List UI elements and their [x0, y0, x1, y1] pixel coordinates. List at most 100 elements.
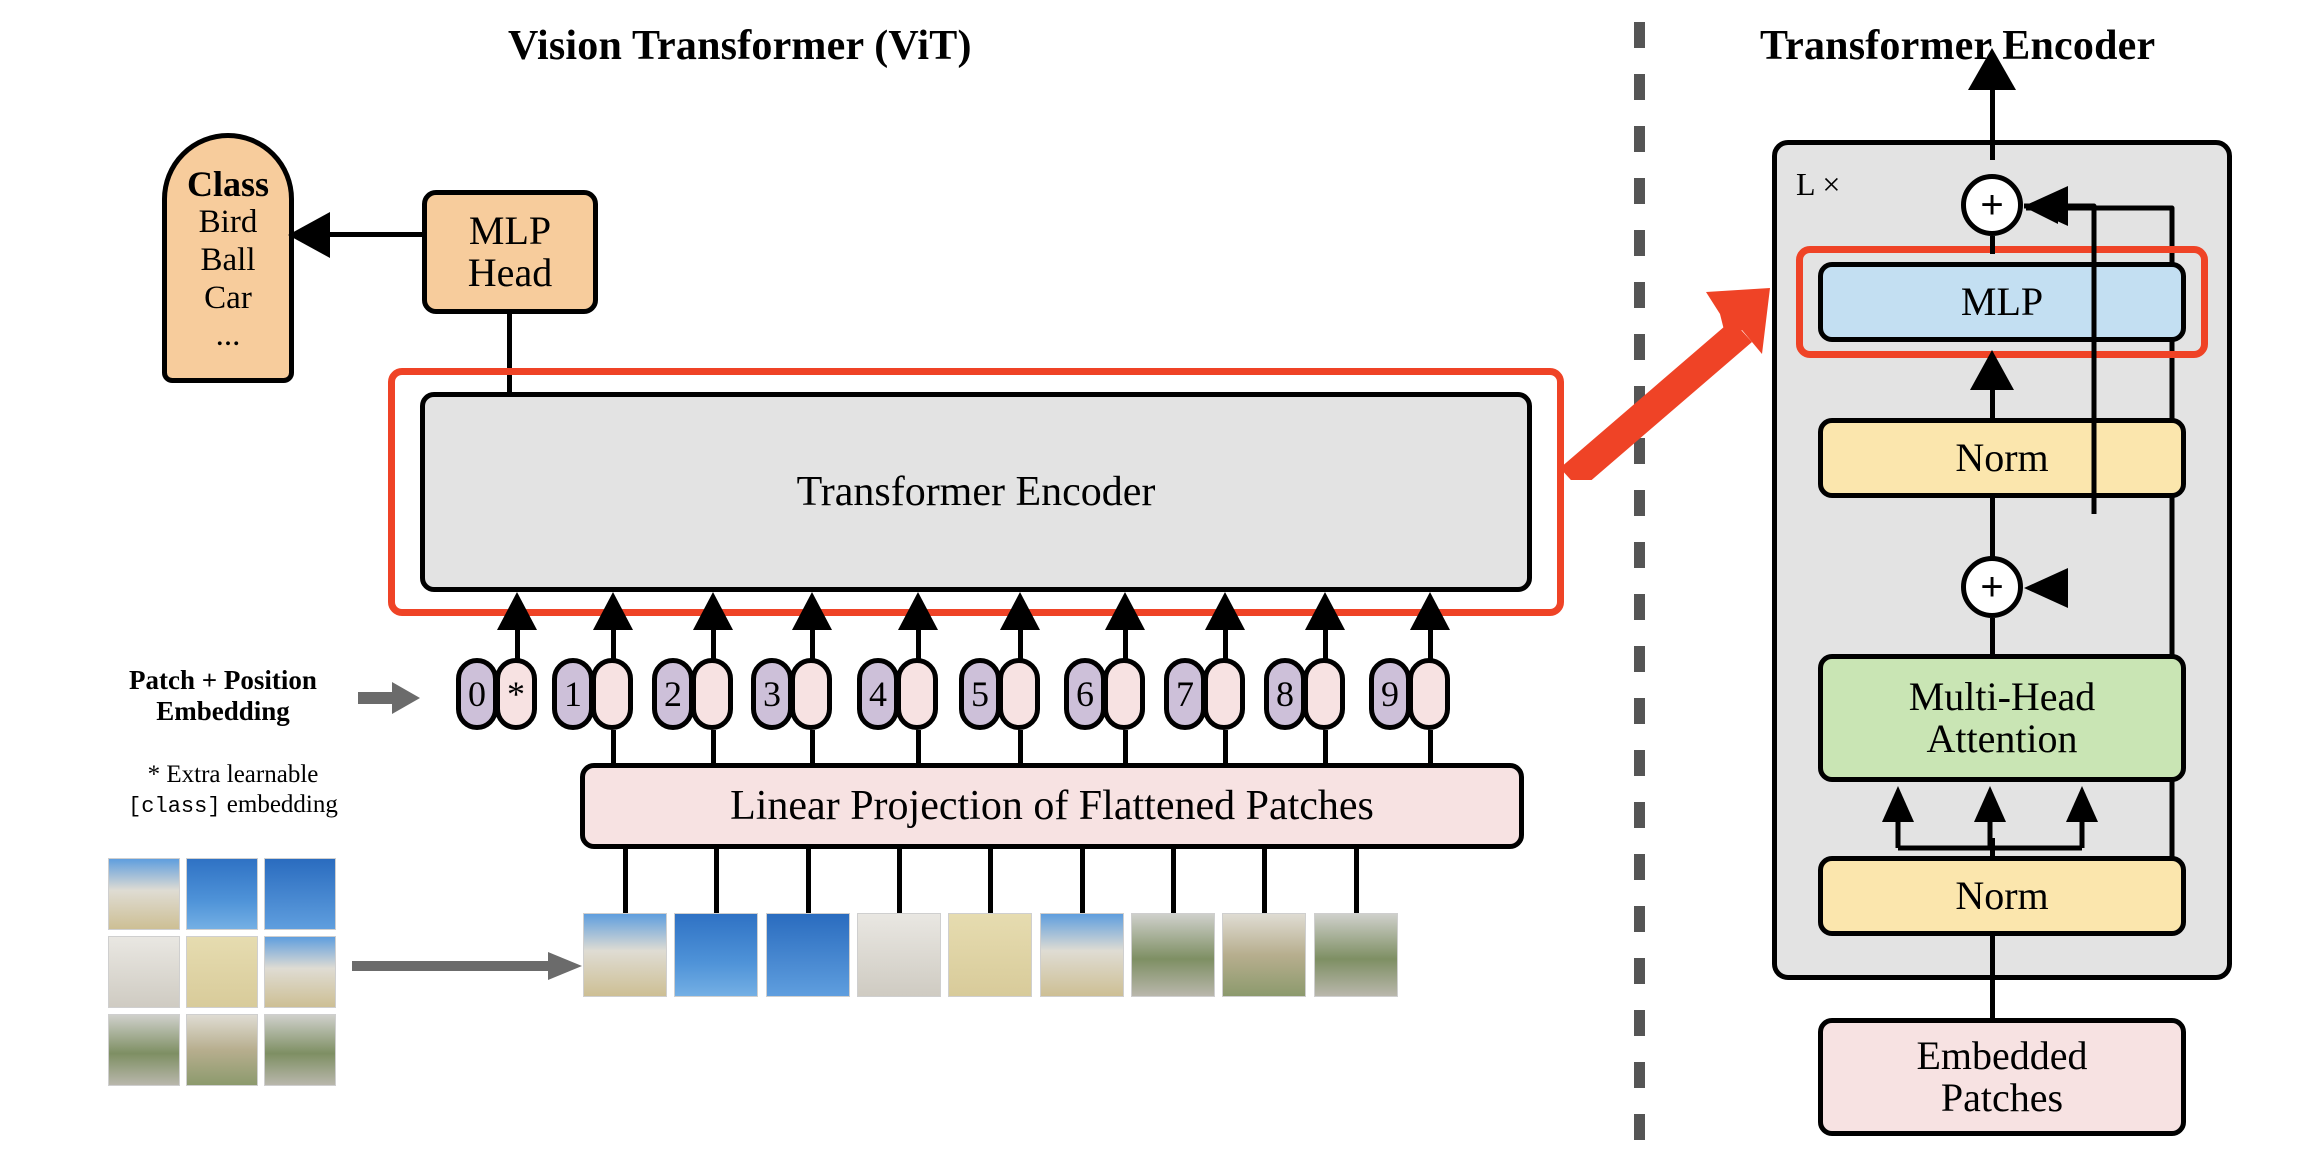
norm-bottom-to-qkv-line	[1990, 838, 1995, 860]
token-9: 9	[1369, 658, 1450, 730]
token-to-encoder-arrowhead	[1000, 592, 1040, 630]
token-patch-pill	[896, 658, 938, 730]
residual-add-mid: +	[1961, 556, 2023, 618]
multi-head-attention-box: Multi-Head Attention	[1818, 654, 2186, 782]
token-to-encoder-arrowhead	[1205, 592, 1245, 630]
residual-skip-inner	[2024, 203, 2097, 514]
token-position-pill: 0	[456, 658, 498, 730]
source-patch-tile	[264, 1014, 336, 1086]
transformer-encoder-label: Transformer Encoder	[796, 468, 1156, 515]
token-riser	[1018, 628, 1023, 660]
mlp-head-box: MLP Head	[422, 190, 598, 314]
token-to-encoder-arrowhead	[1410, 592, 1450, 630]
projection-to-patch-line	[1354, 845, 1359, 915]
token-position-pill: 7	[1164, 658, 1206, 730]
extra-learnable-note: * Extra learnable [class] embedding	[88, 760, 378, 820]
encoder-output-arrowhead	[1968, 48, 2016, 90]
source-patch-tile	[186, 936, 258, 1008]
projection-to-patch-line	[988, 845, 993, 915]
token-riser	[916, 628, 921, 660]
zoom-pointer-arrow	[1560, 288, 1770, 480]
flattened-patch-tile	[1314, 913, 1398, 997]
projection-to-patch-line	[714, 845, 719, 915]
token-riser	[711, 628, 716, 660]
source-patch-tile	[108, 936, 180, 1008]
token-position-pill: 4	[857, 658, 899, 730]
source-patch-tile	[108, 858, 180, 930]
flattened-patch-tile	[674, 913, 758, 997]
token-4: 4	[857, 658, 938, 730]
mlp-head-line1: MLP	[468, 208, 552, 253]
token-position-pill: 1	[552, 658, 594, 730]
class-output-box: Class Bird Ball Car ...	[162, 133, 294, 383]
embedding-label-line1: Patch + Position	[129, 665, 317, 695]
token-riser	[1323, 628, 1328, 660]
token-to-encoder-arrowhead	[1305, 592, 1345, 630]
token-to-projection-line	[916, 730, 921, 768]
projection-to-patch-line	[806, 845, 811, 915]
flattened-patch-tile	[1131, 913, 1215, 997]
token-position-pill: 9	[1369, 658, 1411, 730]
residual-add-top-arrowhead	[2024, 186, 2068, 226]
residual-add-mid-arrowhead	[2024, 568, 2068, 608]
linear-projection-box: Linear Projection of Flattened Patches	[580, 763, 1524, 849]
extra-learnable-line2: [class] embedding	[88, 790, 378, 820]
token-position-pill: 2	[652, 658, 694, 730]
token-to-encoder-arrowhead	[1105, 592, 1145, 630]
left-panel-title: Vision Transformer (ViT)	[508, 23, 972, 69]
flattened-patch-tile	[1040, 913, 1124, 997]
transformer-encoder-box: Transformer Encoder	[420, 392, 1532, 592]
embedded-patches-box: Embedded Patches	[1818, 1018, 2186, 1136]
token-0: 0 *	[456, 658, 537, 730]
token-to-projection-line	[711, 730, 716, 768]
token-5: 5	[959, 658, 1040, 730]
token-to-projection-line	[810, 730, 815, 768]
token-position-pill: 3	[751, 658, 793, 730]
token-7: 7	[1164, 658, 1245, 730]
token-8: 8	[1264, 658, 1345, 730]
patch-position-embedding-label: Patch + Position Embedding	[88, 665, 358, 728]
token-patch-pill: *	[495, 658, 537, 730]
token-patch-pill	[1303, 658, 1345, 730]
attention-label-line1: Multi-Head	[1908, 674, 2096, 719]
flattened-patch-tile	[766, 913, 850, 997]
repeat-count-label: L ×	[1796, 166, 1841, 202]
source-patch-tile	[186, 858, 258, 930]
norm-bottom-label: Norm	[1955, 873, 2049, 918]
add-to-attention-line	[1990, 618, 1995, 658]
class-item: Ball	[200, 241, 256, 278]
token-to-encoder-arrowhead	[497, 592, 537, 630]
embedding-label-line2: Embedding	[156, 696, 290, 727]
token-riser	[1123, 628, 1128, 660]
token-patch-pill	[998, 658, 1040, 730]
flattened-patch-tile	[948, 913, 1032, 997]
token-riser	[611, 628, 616, 660]
flattened-patch-tile	[1222, 913, 1306, 997]
image-to-patches-arrow	[352, 952, 582, 980]
class-item: Bird	[198, 204, 258, 241]
mlp-to-class-arrowhead	[288, 212, 330, 258]
token-to-encoder-arrowhead	[792, 592, 832, 630]
extra-learnable-line1: * Extra learnable	[147, 761, 319, 788]
token-patch-pill	[591, 658, 633, 730]
source-patch-tile	[186, 1014, 258, 1086]
token-patch-pill	[790, 658, 832, 730]
token-to-projection-line	[1123, 730, 1128, 768]
token-2: 2	[652, 658, 733, 730]
vit-architecture-diagram: Vision Transformer (ViT) Class Bird Ball…	[0, 0, 2300, 1156]
token-3: 3	[751, 658, 832, 730]
token-6: 6	[1064, 658, 1145, 730]
token-to-encoder-arrowhead	[593, 592, 633, 630]
class-token-code: [class]	[128, 794, 221, 819]
class-token-rest: embedding	[220, 791, 338, 818]
source-patch-tile	[264, 936, 336, 1008]
token-riser	[810, 628, 815, 660]
token-to-projection-line	[1428, 730, 1433, 768]
source-patch-tile	[264, 858, 336, 930]
flattened-patch-tile	[857, 913, 941, 997]
token-patch-pill	[1203, 658, 1245, 730]
projection-to-patch-line	[897, 845, 902, 915]
mlp-head-line2: Head	[467, 250, 553, 295]
class-item: ...	[215, 317, 241, 354]
linear-projection-label: Linear Projection of Flattened Patches	[730, 782, 1374, 829]
